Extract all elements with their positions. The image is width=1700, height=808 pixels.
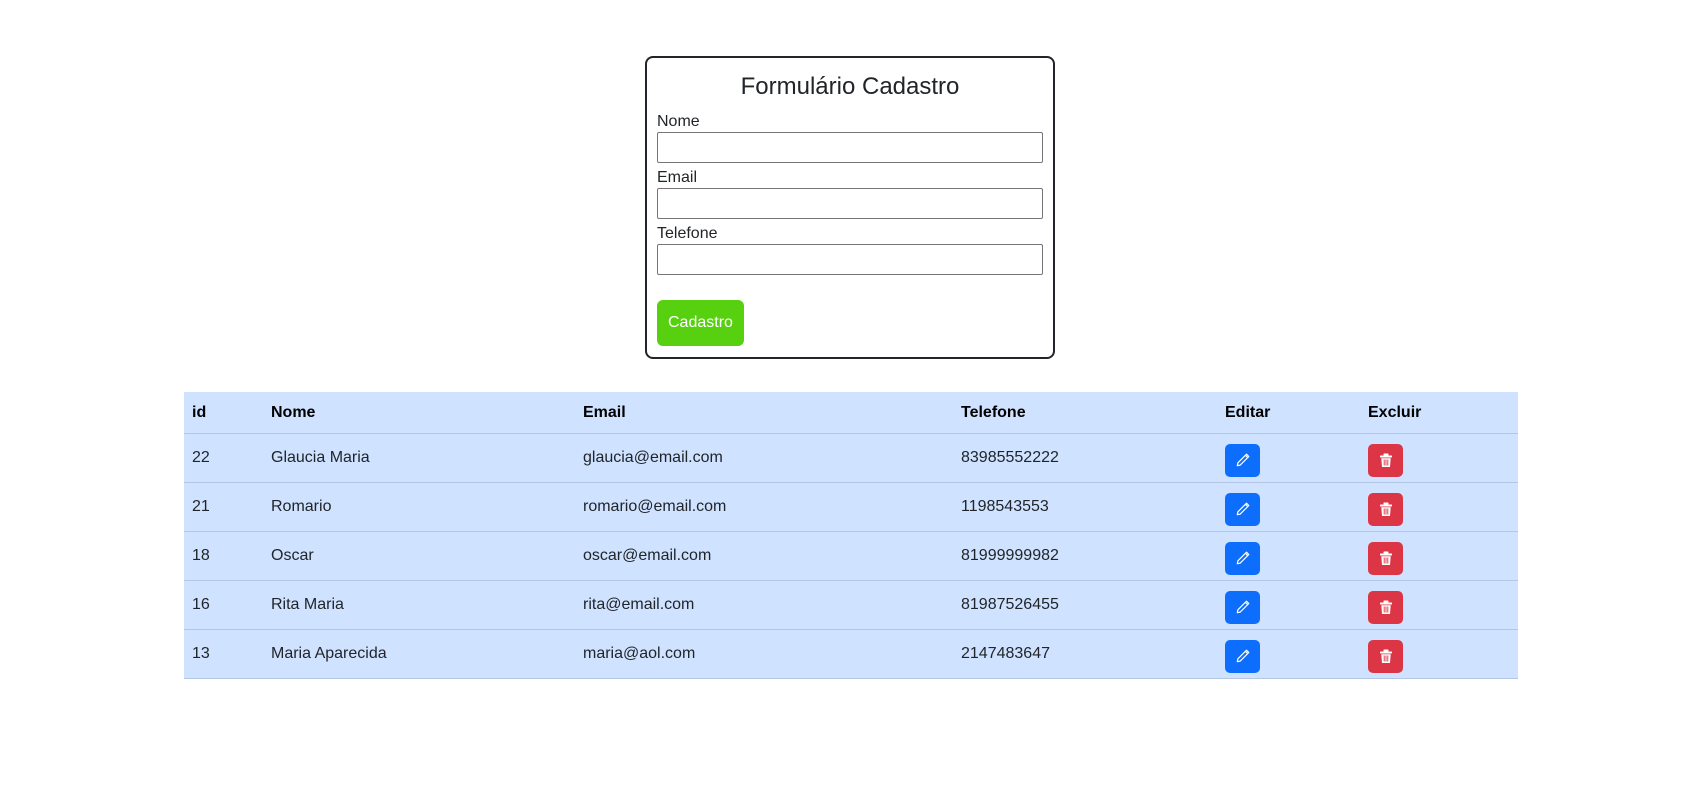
cell-nome: Rita Maria <box>263 580 575 630</box>
table-row: 18 Oscar oscar@email.com 81999999982 <box>184 531 1518 581</box>
registration-form: Formulário Cadastro Nome Email Telefone … <box>645 56 1055 359</box>
email-label: Email <box>657 169 698 187</box>
table-header-row: id Nome Email Telefone Editar Excluir <box>184 392 1518 434</box>
trash-icon <box>1379 649 1392 663</box>
cell-nome: Romario <box>263 482 575 532</box>
edit-button[interactable] <box>1225 590 1260 624</box>
nome-label: Nome <box>657 113 700 131</box>
cell-nome: Glaucia Maria <box>263 433 575 483</box>
header-editar: Editar <box>1217 392 1360 434</box>
trash-icon <box>1379 551 1392 565</box>
trash-icon <box>1379 502 1392 516</box>
nome-input[interactable] <box>657 132 1043 164</box>
header-telefone: Telefone <box>953 392 1217 434</box>
header-email: Email <box>575 392 953 434</box>
telefone-label: Telefone <box>657 225 718 243</box>
delete-button[interactable] <box>1368 492 1403 526</box>
pencil-icon <box>1236 502 1249 516</box>
edit-button[interactable] <box>1225 492 1260 526</box>
cell-email: rita@email.com <box>575 580 953 630</box>
trash-icon <box>1379 453 1392 467</box>
cell-nome: Maria Aparecida <box>263 629 575 679</box>
cell-telefone: 2147483647 <box>953 629 1217 679</box>
pencil-icon <box>1236 649 1249 663</box>
cell-telefone: 81987526455 <box>953 580 1217 630</box>
cell-email: oscar@email.com <box>575 531 953 581</box>
cadastro-button[interactable]: Cadastro <box>657 300 744 347</box>
header-nome: Nome <box>263 392 575 434</box>
cell-nome: Oscar <box>263 531 575 581</box>
cell-email: maria@aol.com <box>575 629 953 679</box>
table-row: 13 Maria Aparecida maria@aol.com 2147483… <box>184 629 1518 679</box>
form-title: Formulário Cadastro <box>740 73 960 100</box>
delete-button[interactable] <box>1368 541 1403 575</box>
cell-id: 18 <box>184 531 263 581</box>
email-input[interactable] <box>657 188 1043 220</box>
trash-icon <box>1379 600 1392 614</box>
users-table: id Nome Email Telefone Editar Excluir 22… <box>184 392 1518 679</box>
header-excluir: Excluir <box>1360 392 1518 434</box>
cell-id: 21 <box>184 482 263 532</box>
table-row: 16 Rita Maria rita@email.com 81987526455 <box>184 580 1518 630</box>
edit-button[interactable] <box>1225 443 1260 477</box>
pencil-icon <box>1236 551 1249 565</box>
pencil-icon <box>1236 600 1249 614</box>
cell-telefone: 1198543553 <box>953 482 1217 532</box>
cell-id: 16 <box>184 580 263 630</box>
table-row: 22 Glaucia Maria glaucia@email.com 83985… <box>184 433 1518 483</box>
delete-button[interactable] <box>1368 590 1403 624</box>
header-id: id <box>184 392 263 434</box>
edit-button[interactable] <box>1225 639 1260 673</box>
table-row: 21 Romario romario@email.com 1198543553 <box>184 482 1518 532</box>
cell-telefone: 81999999982 <box>953 531 1217 581</box>
pencil-icon <box>1236 453 1249 467</box>
users-table-container: id Nome Email Telefone Editar Excluir 22… <box>184 392 1518 679</box>
delete-button[interactable] <box>1368 443 1403 477</box>
delete-button[interactable] <box>1368 639 1403 673</box>
cell-email: glaucia@email.com <box>575 433 953 483</box>
cell-telefone: 83985552222 <box>953 433 1217 483</box>
edit-button[interactable] <box>1225 541 1260 575</box>
cell-id: 22 <box>184 433 263 483</box>
cell-id: 13 <box>184 629 263 679</box>
telefone-input[interactable] <box>657 244 1043 276</box>
cell-email: romario@email.com <box>575 482 953 532</box>
